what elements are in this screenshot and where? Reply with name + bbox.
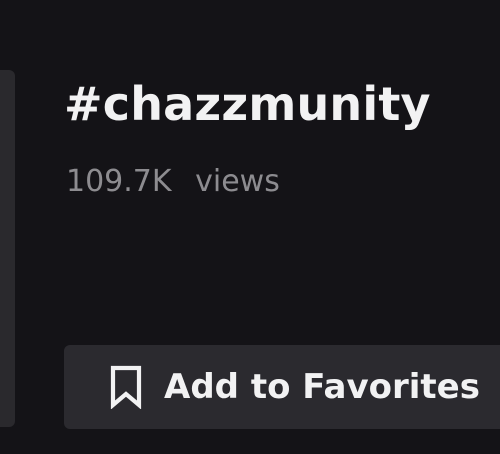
hashtag-cover-image <box>0 70 15 427</box>
bookmark-icon <box>110 365 142 409</box>
add-to-favorites-label: Add to Favorites <box>164 367 480 407</box>
add-to-favorites-button[interactable]: Add to Favorites <box>64 345 500 429</box>
hashtag-title: #chazzmunity <box>64 77 431 131</box>
views-label: views <box>195 164 280 199</box>
views-count: 109.7K <box>66 164 172 199</box>
views-stats: 109.7K views <box>66 160 280 204</box>
